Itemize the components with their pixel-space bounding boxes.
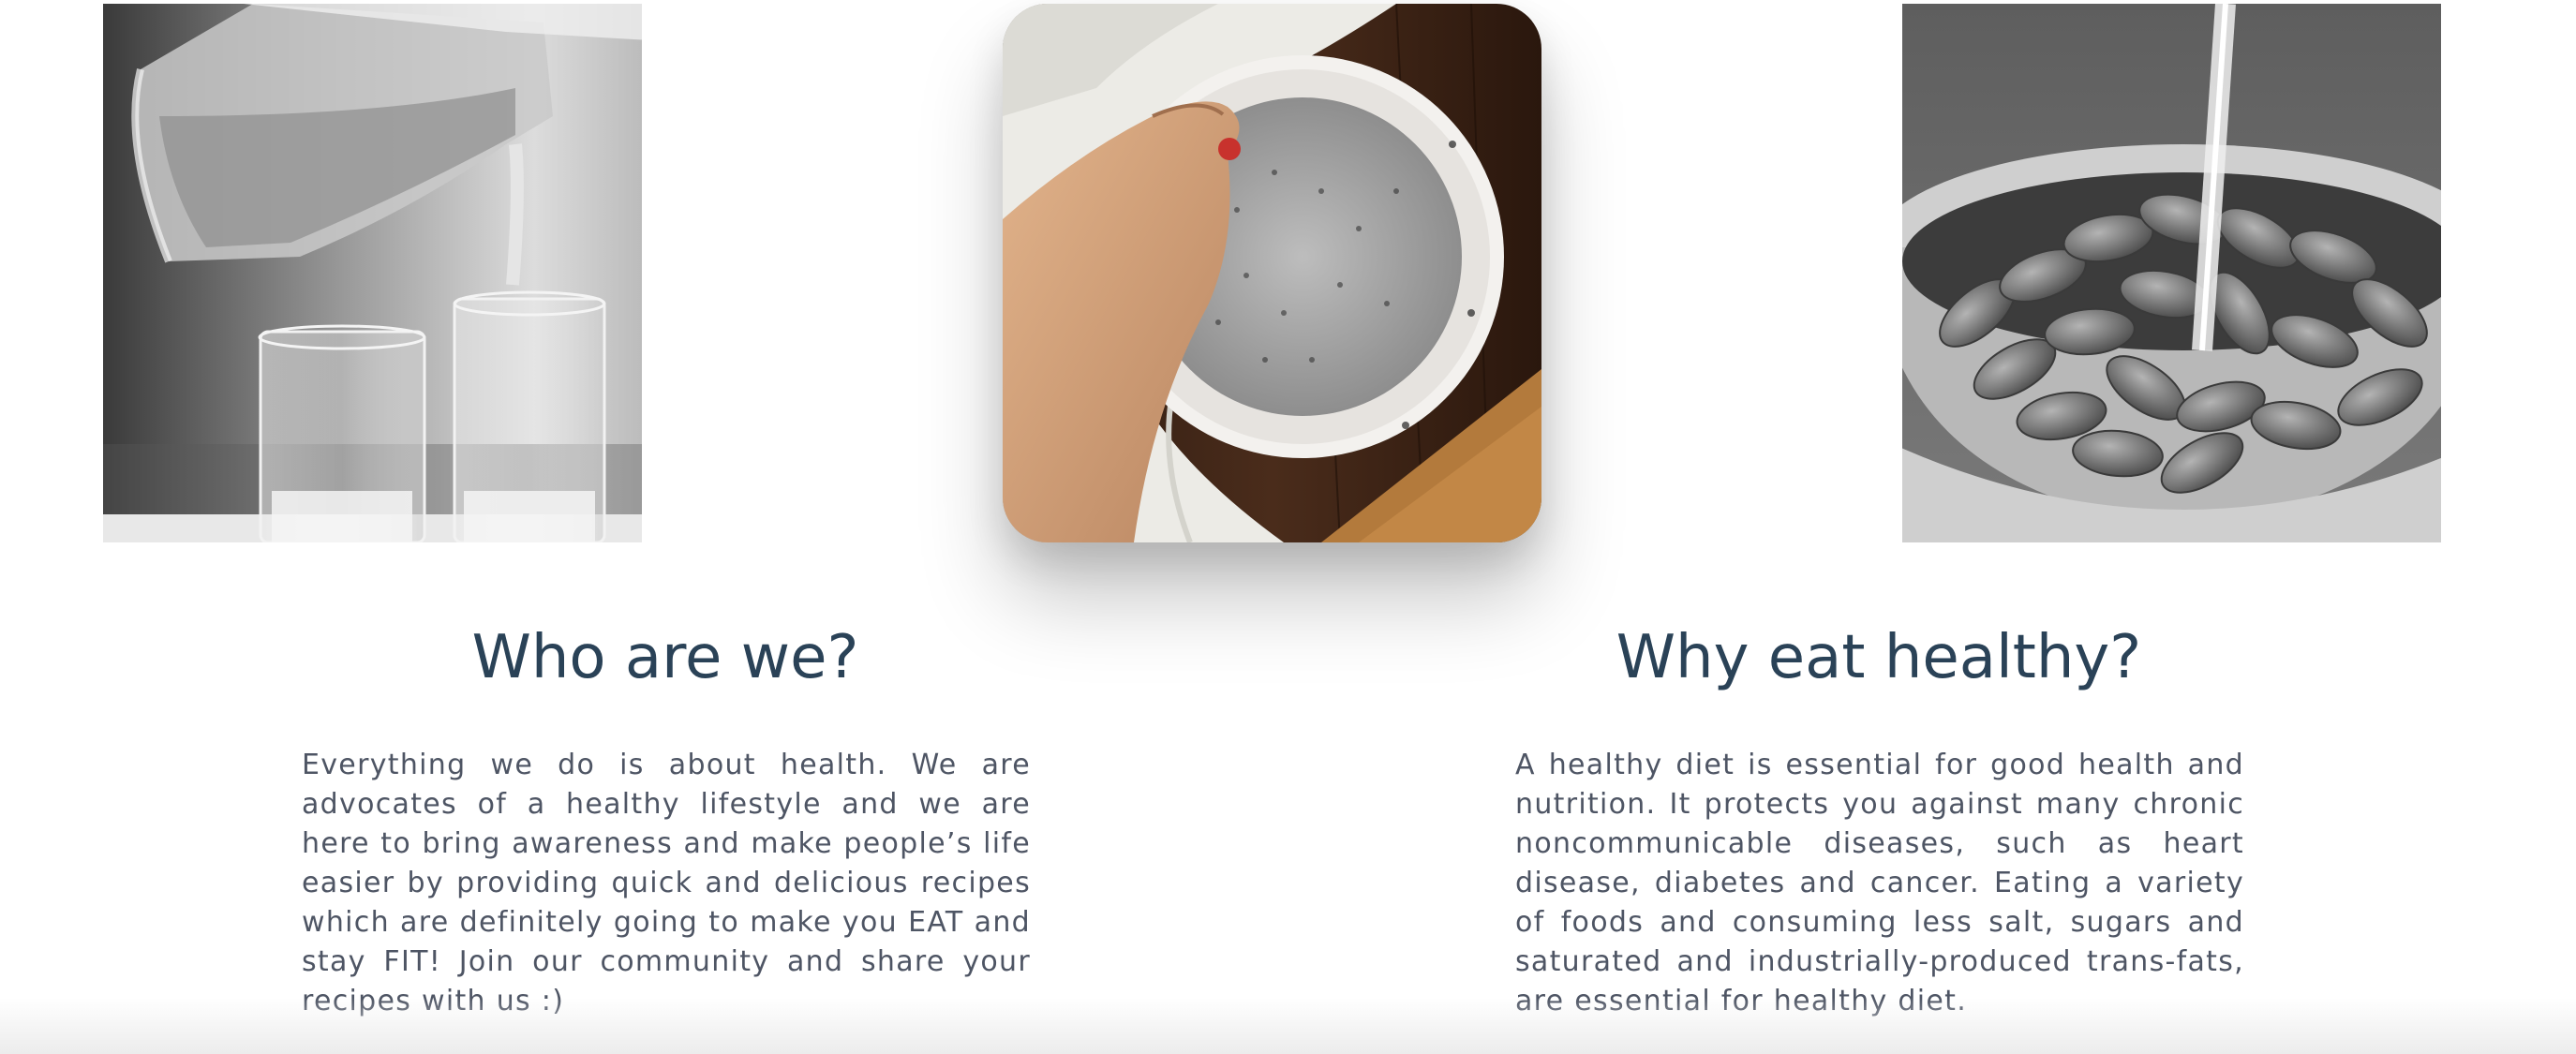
- page: Who are we? Everything we do is about he…: [0, 0, 2576, 1054]
- section-bottom-divider: [0, 998, 2576, 1054]
- why-eat-healthy-heading: Why eat healthy?: [1616, 623, 2142, 692]
- almonds-bowl-image: [1902, 4, 2441, 542]
- almonds-bowl-water-icon: [1902, 4, 2441, 542]
- why-eat-healthy-text: A healthy diet is essential for good hea…: [1515, 749, 2244, 1017]
- chia-pudding-image: [1003, 4, 1541, 542]
- glass-pitcher-pouring-icon: [103, 4, 642, 542]
- pitcher-pouring-image: [103, 4, 642, 542]
- chia-pudding-bowl-icon: [1003, 4, 1541, 542]
- who-are-we-heading: Who are we?: [471, 623, 859, 692]
- who-are-we-text: Everything we do is about health. We are…: [302, 749, 1031, 1017]
